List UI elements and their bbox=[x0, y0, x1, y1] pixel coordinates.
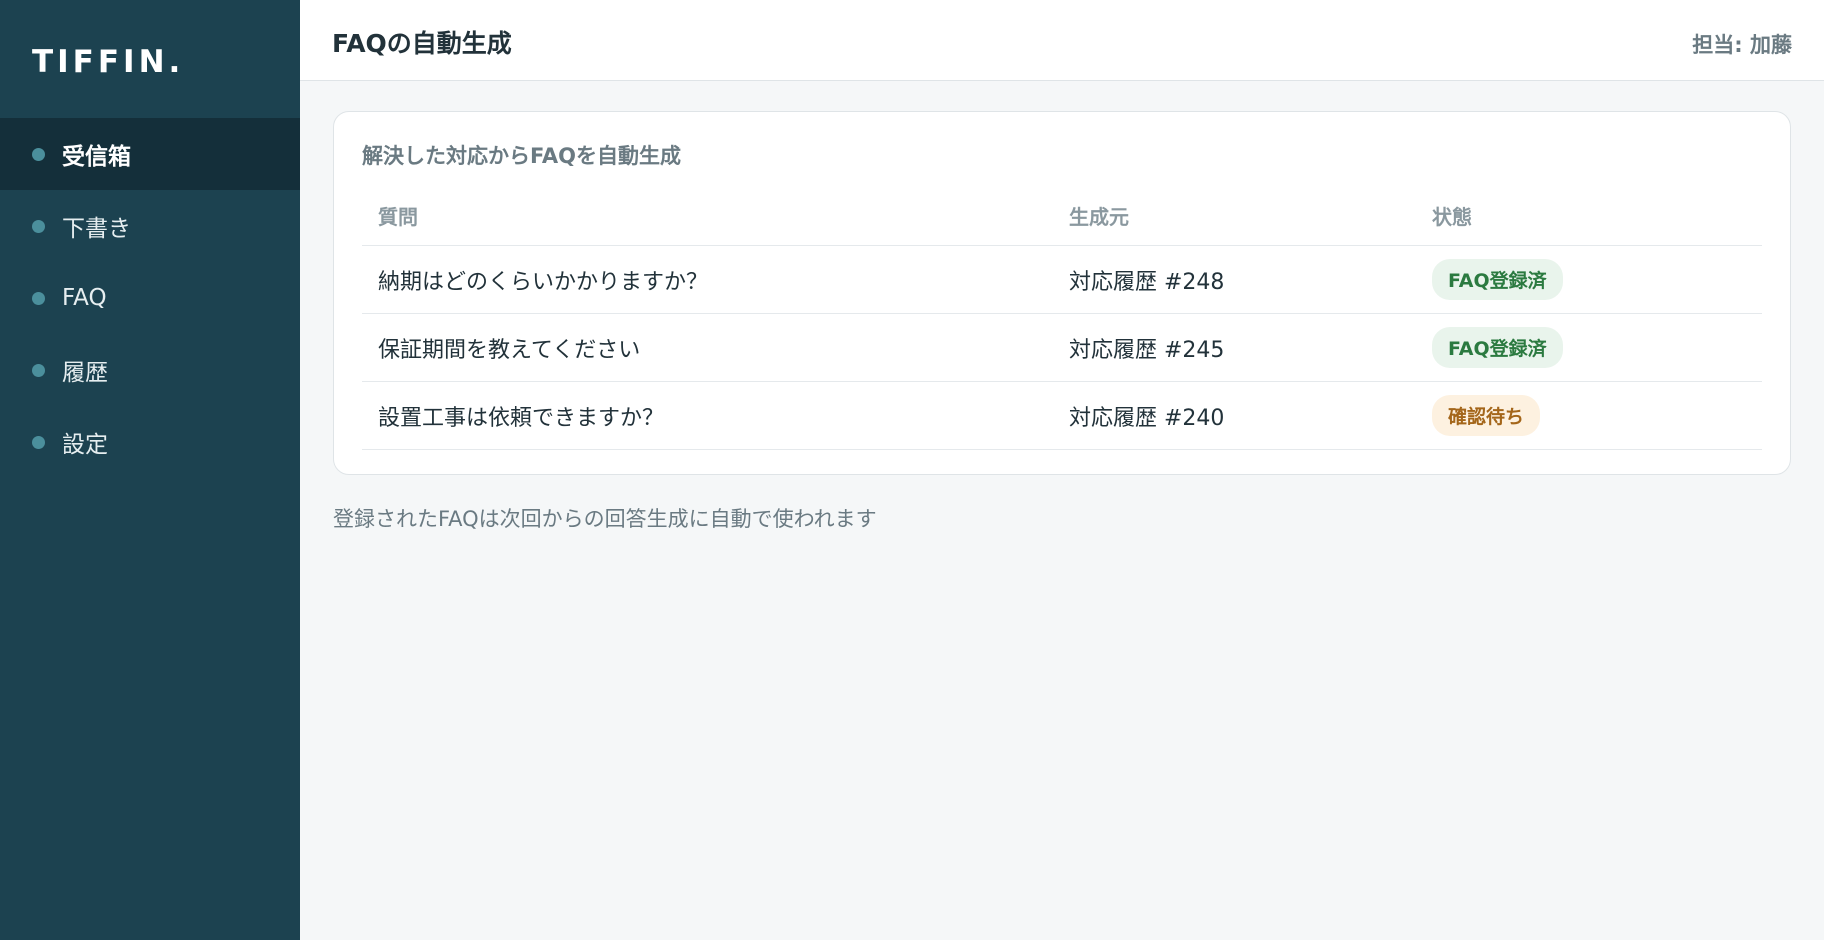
faq-table: 質問 生成元 状態 納期はどのくらいかかりますか？ 対応履歴 #248 FAQ登… bbox=[362, 186, 1762, 450]
dot-icon bbox=[32, 435, 45, 449]
card-title: 解決した対応からFAQを自動生成 bbox=[362, 144, 682, 168]
table-row[interactable]: 保証期間を教えてください 対応履歴 #245 FAQ登録済 bbox=[362, 314, 1762, 382]
faq-generation-card: 解決した対応からFAQを自動生成 質問 生成元 状態 納期はどのくらいかかります… bbox=[333, 111, 1791, 475]
page-title: FAQの自動生成 bbox=[332, 29, 512, 58]
column-header-question: 質問 bbox=[378, 205, 418, 229]
question-cell: 保証期間を教えてください bbox=[378, 337, 641, 363]
sidebar: TIFFIN. 受信箱 下書き FAQ 履歴 設定 bbox=[0, 0, 300, 940]
source-cell[interactable]: 対応履歴 #240 bbox=[1069, 400, 1432, 432]
dot-icon bbox=[32, 363, 45, 377]
table-row[interactable]: 納期はどのくらいかかりますか？ 対応履歴 #248 FAQ登録済 bbox=[362, 246, 1762, 314]
column-header-status: 状態 bbox=[1432, 205, 1472, 229]
sidebar-nav: 受信箱 下書き FAQ 履歴 設定 bbox=[0, 118, 300, 478]
footnote-text: 登録されたFAQは次回からの回答生成に自動で使われます bbox=[333, 507, 877, 531]
table-header: 質問 生成元 状態 bbox=[362, 186, 1762, 246]
sidebar-item-drafts[interactable]: 下書き bbox=[0, 190, 300, 262]
status-badge: FAQ登録済 bbox=[1432, 259, 1563, 300]
dot-icon bbox=[32, 291, 45, 305]
source-cell[interactable]: 対応履歴 #245 bbox=[1069, 332, 1432, 364]
top-bar: FAQの自動生成 担当: 加藤 bbox=[300, 0, 1824, 81]
dot-icon bbox=[32, 219, 45, 233]
sidebar-item-inbox[interactable]: 受信箱 bbox=[0, 118, 300, 190]
table-row[interactable]: 設置工事は依頼できますか？ 対応履歴 #240 確認待ち bbox=[362, 382, 1762, 450]
source-cell[interactable]: 対応履歴 #248 bbox=[1069, 264, 1432, 296]
status-cell: FAQ登録済 bbox=[1432, 327, 1762, 368]
question-cell: 納期はどのくらいかかりますか？ bbox=[378, 269, 709, 295]
status-cell: FAQ登録済 bbox=[1432, 259, 1762, 300]
status-cell: 確認待ち bbox=[1432, 395, 1762, 436]
sidebar-item-label: 下書き bbox=[62, 216, 131, 242]
sidebar-item-label: 設定 bbox=[62, 432, 108, 458]
sidebar-item-label: 受信箱 bbox=[62, 144, 131, 170]
question-cell: 設置工事は依頼できますか？ bbox=[378, 405, 665, 431]
sidebar-item-label: FAQ bbox=[62, 285, 107, 311]
dot-icon bbox=[32, 147, 45, 161]
sidebar-item-settings[interactable]: 設定 bbox=[0, 406, 300, 478]
status-badge: FAQ登録済 bbox=[1432, 327, 1563, 368]
assignee-label: 担当: 加藤 bbox=[1692, 33, 1792, 57]
sidebar-item-label: 履歴 bbox=[62, 360, 108, 386]
status-badge: 確認待ち bbox=[1432, 395, 1541, 436]
column-header-source: 生成元 bbox=[1069, 205, 1129, 229]
app-logo: TIFFIN. bbox=[32, 44, 185, 80]
sidebar-item-faq[interactable]: FAQ bbox=[0, 262, 300, 334]
sidebar-item-history[interactable]: 履歴 bbox=[0, 334, 300, 406]
